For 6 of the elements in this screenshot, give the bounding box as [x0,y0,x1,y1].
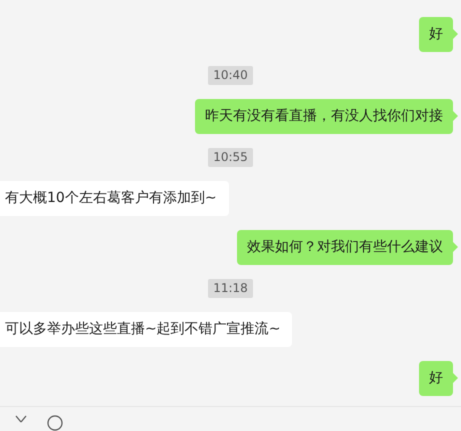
emoji-icon[interactable] [47,415,63,431]
timestamp: 10:40 [208,66,253,85]
timestamp: 11:18 [208,279,253,298]
received-message-bubble: 可以多举办些这些直播~起到不错广宣推流~ [0,312,292,347]
received-message-bubble: 有大概10个左右葛客户有添加到~ [0,181,229,216]
timestamp: 10:55 [208,148,253,167]
